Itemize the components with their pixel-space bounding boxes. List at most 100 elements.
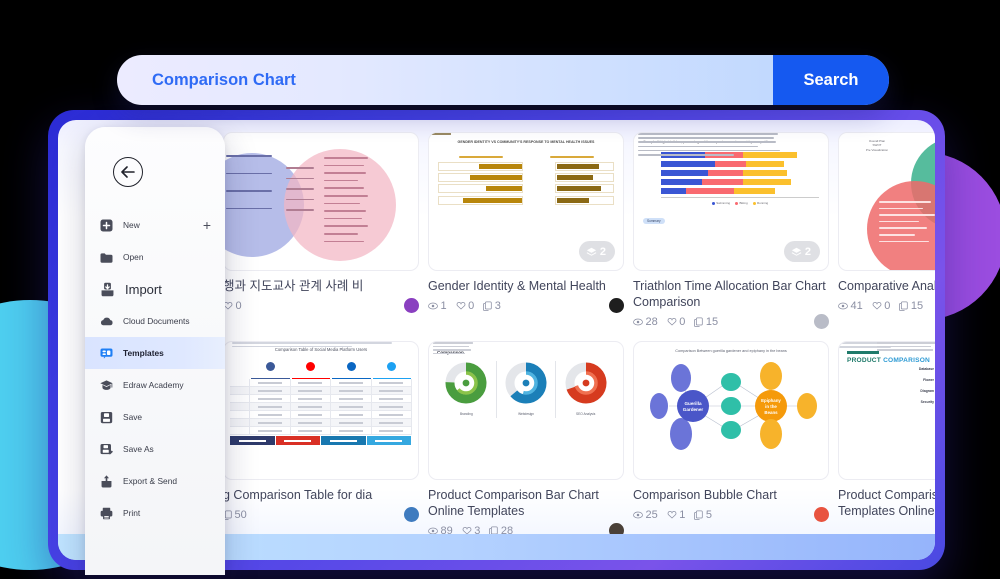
template-card[interactable]: Comparison Branding xyxy=(428,341,624,538)
sidebar-item-export-send[interactable]: Export & Send xyxy=(85,465,225,497)
donut-chart-graphic xyxy=(505,362,547,404)
author-avatar[interactable] xyxy=(404,298,419,313)
layers-icon xyxy=(791,247,802,256)
svg-text:Epiphany: Epiphany xyxy=(761,398,781,403)
template-card[interactable]: Comparison Table of Social Media Platfor… xyxy=(223,341,419,538)
search-button[interactable]: Search xyxy=(773,55,889,105)
template-thumbnail[interactable] xyxy=(223,132,419,271)
back-arrow-icon xyxy=(121,166,135,178)
sidebar-item-save[interactable]: Save xyxy=(85,401,225,433)
template-title: g Comparison Table for dia xyxy=(223,488,373,502)
thumb-title: GENDER IDENTITY VS COMMUNITY'S RESPONSE … xyxy=(457,140,595,144)
sidebar-item-label: Save As xyxy=(123,444,154,454)
stat-copies-value: 15 xyxy=(910,299,924,312)
template-title: Gender Identity & Mental Health xyxy=(428,279,606,293)
views-icon xyxy=(428,302,438,309)
stat-likes-value: 1 xyxy=(679,508,686,521)
stat-likes: 0 xyxy=(223,300,242,312)
bubble-chart-graphic: Guerilla Gardener Epiphany in the Beans xyxy=(650,362,817,451)
template-thumbnail[interactable]: Campbell high triathlon, percentage of t… xyxy=(633,132,829,271)
page-count-badge: 2 xyxy=(578,241,615,262)
copies-icon xyxy=(694,509,704,520)
template-title: Product Comparison Bar Chart Online Temp… xyxy=(428,488,599,518)
stat-views-value: 1 xyxy=(440,299,447,312)
search-input[interactable] xyxy=(117,70,773,90)
template-card[interactable]: Overall Plan SWOT Pre Visualization Compar… xyxy=(838,132,935,329)
save-icon xyxy=(100,411,113,423)
author-avatar[interactable] xyxy=(814,314,829,329)
stat-copies: 50 xyxy=(223,509,247,521)
graduation-cap-icon xyxy=(100,379,113,390)
new-add-icon[interactable]: + xyxy=(203,218,211,232)
donut-chart-graphic xyxy=(565,362,607,404)
folder-icon xyxy=(100,252,113,263)
template-card[interactable]: 행과 지도교사 관계 사례 비 0 xyxy=(223,132,419,329)
template-stats: 0 xyxy=(223,298,419,313)
template-stats: 50 xyxy=(223,507,419,522)
template-card[interactable]: PRODUCT COMPARISON Database Flower Diagr… xyxy=(838,341,935,538)
sidebar-item-edraw-academy[interactable]: Edraw Academy xyxy=(85,369,225,401)
sidebar-item-label: Import xyxy=(125,281,162,297)
stat-views: 41 xyxy=(838,300,863,312)
save-as-icon xyxy=(100,443,113,454)
sidebar-item-open[interactable]: Open xyxy=(85,241,225,273)
export-send-icon xyxy=(101,474,112,487)
stat-copies-value: 5 xyxy=(705,508,712,521)
sidebar-item-new[interactable]: New + xyxy=(85,209,225,241)
sidebar-item-templates[interactable]: Templates xyxy=(85,337,225,369)
stat-likes: 1 xyxy=(667,508,686,521)
template-thumbnail[interactable]: PRODUCT COMPARISON Database Flower Diagr… xyxy=(838,341,935,480)
sidebar-item-label: Print xyxy=(123,508,141,518)
cloud-icon xyxy=(100,317,113,325)
likes-icon xyxy=(667,317,677,326)
sidebar-item-import[interactable]: Import xyxy=(85,273,225,305)
author-avatar[interactable] xyxy=(814,507,829,522)
templates-icon xyxy=(100,348,113,359)
template-card[interactable]: Comparison Between guerilla gardener and… xyxy=(633,341,829,538)
views-icon xyxy=(633,318,643,325)
stat-copies: 5 xyxy=(694,509,712,521)
sidebar-item-save-as[interactable]: Save As xyxy=(85,433,225,465)
likes-icon xyxy=(667,510,677,519)
printer-icon xyxy=(100,507,113,519)
template-title: Comparison Bubble Chart xyxy=(633,488,777,502)
sidebar-item-label: New xyxy=(123,220,140,230)
template-stats: 28 0 15 xyxy=(633,314,829,329)
template-thumbnail[interactable]: Comparison Branding xyxy=(428,341,624,480)
sidebar-menu: New + Open Import Cloud Documents Templa… xyxy=(85,209,225,529)
stat-copies-value: 3 xyxy=(494,299,501,312)
sidebar-item-label: Save xyxy=(123,412,143,422)
file-menu-sidebar: New + Open Import Cloud Documents Templa… xyxy=(85,127,225,575)
donut-chart-graphic xyxy=(445,362,487,404)
svg-text:Guerilla: Guerilla xyxy=(684,401,702,406)
svg-text:in the: in the xyxy=(765,404,777,409)
template-title: Triathlon Time Allocation Bar Chart Comp… xyxy=(633,279,826,309)
back-button[interactable] xyxy=(113,157,143,187)
stat-likes-value: 0 xyxy=(884,299,891,312)
page-count-badge: 2 xyxy=(783,241,820,262)
template-thumbnail[interactable]: Comparison Table of Social Media Platfor… xyxy=(223,341,419,480)
stat-copies: 15 xyxy=(694,316,718,328)
template-card[interactable]: GENDER IDENTITY VS COMMUNITY'S RESPONSE … xyxy=(428,132,624,329)
template-thumbnail[interactable]: Comparison Between guerilla gardener and… xyxy=(633,341,829,480)
template-card[interactable]: Campbell high triathlon, percentage of t… xyxy=(633,132,829,329)
author-avatar[interactable] xyxy=(404,507,419,522)
sidebar-item-label: Open xyxy=(123,252,144,262)
stat-likes: 0 xyxy=(667,316,685,328)
sidebar-item-label: Templates xyxy=(123,348,164,358)
stat-copies: 3 xyxy=(483,300,501,312)
author-avatar[interactable] xyxy=(609,298,624,313)
sidebar-item-print[interactable]: Print xyxy=(85,497,225,529)
template-stats: 41 0 15 xyxy=(838,298,935,313)
svg-text:Beans: Beans xyxy=(764,410,778,415)
sidebar-item-cloud-documents[interactable]: Cloud Documents xyxy=(85,305,225,337)
stat-views-value: 28 xyxy=(645,315,658,328)
copies-icon xyxy=(483,300,492,311)
template-thumbnail[interactable]: Overall Plan SWOT Pre Visualization xyxy=(838,132,935,271)
layers-icon xyxy=(586,247,597,256)
views-icon xyxy=(633,511,643,518)
stat-views: 25 xyxy=(633,509,658,521)
copies-icon xyxy=(694,316,704,327)
template-thumbnail[interactable]: GENDER IDENTITY VS COMMUNITY'S RESPONSE … xyxy=(428,132,624,271)
search-bar: Search xyxy=(117,55,889,105)
